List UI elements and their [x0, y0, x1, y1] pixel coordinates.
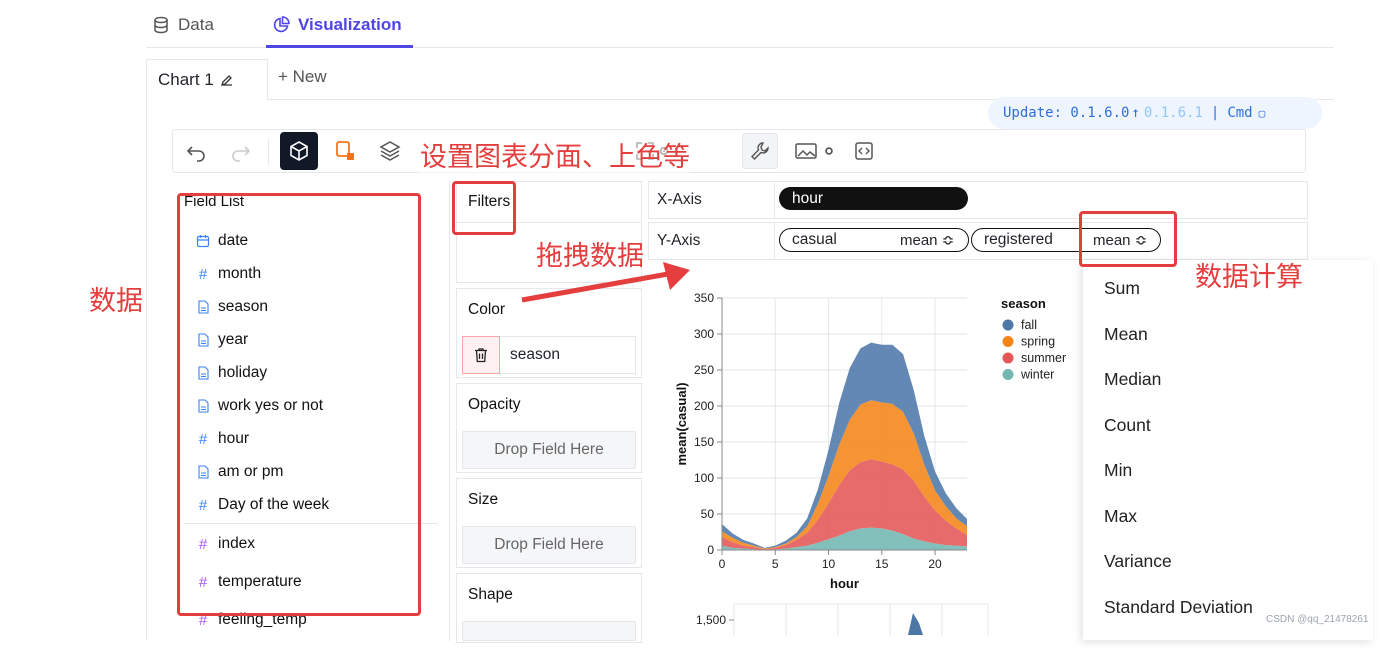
cube-icon	[290, 141, 308, 161]
legend-swatch-fall	[1002, 319, 1014, 331]
database-icon	[154, 16, 168, 34]
active-tab-indicator	[266, 45, 413, 48]
tab-data[interactable]: Data	[152, 12, 214, 38]
axis-divider	[774, 222, 775, 260]
wrench-icon	[751, 142, 769, 160]
menu-item-count[interactable]: Count	[1104, 415, 1151, 436]
x-axis-title: hour	[830, 576, 859, 591]
aggregation-menu	[1083, 260, 1373, 640]
y-field-label: registered	[984, 231, 1053, 248]
stacked-area-chart: 0501001502002503003500 5 10 15 20hourmean(ca…	[674, 291, 1066, 635]
legend-label-spring: spring	[1021, 335, 1055, 349]
x-tick-label: 10	[822, 557, 836, 571]
annotation-box-aggregation	[1079, 211, 1177, 267]
x-tick-label: 5	[772, 557, 779, 571]
axis-divider	[774, 181, 775, 219]
edit-icon[interactable]	[220, 73, 234, 87]
current-version: Update: 0.1.6.0	[1003, 105, 1130, 121]
tools-button[interactable]	[742, 133, 778, 169]
image-settings-icon[interactable]	[822, 139, 836, 163]
legend-label-summer: summer	[1021, 351, 1066, 365]
geometry-button[interactable]	[280, 132, 318, 170]
menu-item-min[interactable]: Min	[1104, 460, 1132, 481]
tab-data-label: Data	[178, 15, 214, 34]
x-tick-label: 20	[928, 557, 942, 571]
annotation-box-filters	[452, 181, 516, 235]
menu-item-mean[interactable]: Mean	[1104, 324, 1148, 345]
size-title: Size	[468, 491, 499, 508]
tab-visualization-label: Visualization	[298, 15, 402, 34]
second-chart-y-tick-label: 1,500	[696, 613, 726, 627]
y-tick-label: 150	[694, 435, 714, 449]
version-separator: |	[1210, 105, 1220, 121]
aggregation-select[interactable]: mean ≎	[900, 231, 954, 249]
new-version: 0.1.6.1	[1143, 105, 1203, 121]
trash-icon	[475, 347, 487, 362]
x-tick-label: 15	[875, 557, 889, 571]
x-axis-label: X-Axis	[657, 191, 702, 208]
legend-label-winter: winter	[1020, 368, 1054, 382]
size-drop-zone[interactable]: Drop Field Here	[462, 526, 636, 564]
opacity-title: Opacity	[468, 396, 521, 413]
color-field-label: season	[510, 346, 560, 363]
update-banner[interactable]: Update: 0.1.6.0 ↑ 0.1.6.1 | Cmd ▢	[988, 97, 1322, 129]
legend-swatch-summer	[1002, 352, 1014, 364]
cmd-key-icon: ▢	[1258, 106, 1266, 120]
redo-icon[interactable]	[229, 139, 253, 163]
menu-item-max[interactable]: Max	[1104, 506, 1137, 527]
legend-swatch-spring	[1002, 336, 1014, 347]
shape-title: Shape	[468, 586, 513, 603]
toolbar-divider	[268, 139, 269, 165]
y-tick-label: 100	[694, 471, 714, 485]
image-export-icon[interactable]	[794, 139, 818, 163]
y-axis-title: mean(casual)	[674, 382, 689, 465]
legend-swatch-winter	[1002, 369, 1014, 380]
y-tick-label: 250	[694, 363, 714, 377]
mark-color-icon[interactable]	[334, 139, 358, 163]
shape-drop-zone[interactable]	[462, 621, 636, 641]
new-chart-button[interactable]: + New	[278, 67, 327, 87]
y-tick-label: 50	[701, 507, 715, 521]
undo-icon[interactable]	[184, 139, 208, 163]
annotation-box-field-list	[177, 193, 421, 616]
annotation-toolbar-note: 设置图表分面、上色等	[420, 135, 690, 174]
y-tick-label: 300	[694, 327, 714, 341]
annotation-drag-note: 拖拽数据	[536, 241, 644, 272]
opacity-drop-zone[interactable]: Drop Field Here	[462, 431, 636, 469]
tab-chart-1-label: Chart 1	[158, 70, 214, 89]
annotation-calc-note: 数据计算	[1195, 262, 1303, 293]
color-field-chip[interactable]: season	[462, 335, 636, 374]
cmd-label: Cmd	[1227, 105, 1253, 121]
annotation-data-note: 数据	[89, 286, 143, 317]
tab-visualization[interactable]: Visualization	[272, 12, 402, 38]
menu-item-sum[interactable]: Sum	[1104, 278, 1140, 299]
second-chart-area-peak	[908, 613, 923, 635]
x-axis-field-pill[interactable]: hour	[779, 187, 968, 210]
menu-item-median[interactable]: Median	[1104, 369, 1161, 390]
x-tick-label: 0	[719, 557, 726, 571]
color-title: Color	[468, 301, 506, 318]
menu-item-standard-deviation[interactable]: Standard Deviation	[1104, 597, 1253, 618]
y-tick-label: 0	[707, 543, 714, 557]
x-axis-row	[648, 181, 1308, 219]
menu-item-variance[interactable]: Variance	[1104, 551, 1172, 572]
y-tick-label: 200	[694, 399, 714, 413]
tab-chart-1[interactable]: Chart 1	[146, 59, 268, 100]
legend-title: season	[1001, 296, 1046, 311]
watermark: CSDN @qq_21478261	[1266, 614, 1369, 625]
legend-label-fall: fall	[1021, 318, 1037, 332]
y-axis-label: Y-Axis	[657, 232, 701, 249]
pie-chart-icon	[273, 16, 290, 33]
upgrade-arrow-icon: ↑	[1131, 105, 1140, 121]
layers-icon[interactable]	[378, 139, 402, 163]
code-icon[interactable]	[852, 139, 876, 163]
remove-color-field-button[interactable]	[462, 335, 500, 374]
y-field-label: casual	[792, 231, 837, 248]
